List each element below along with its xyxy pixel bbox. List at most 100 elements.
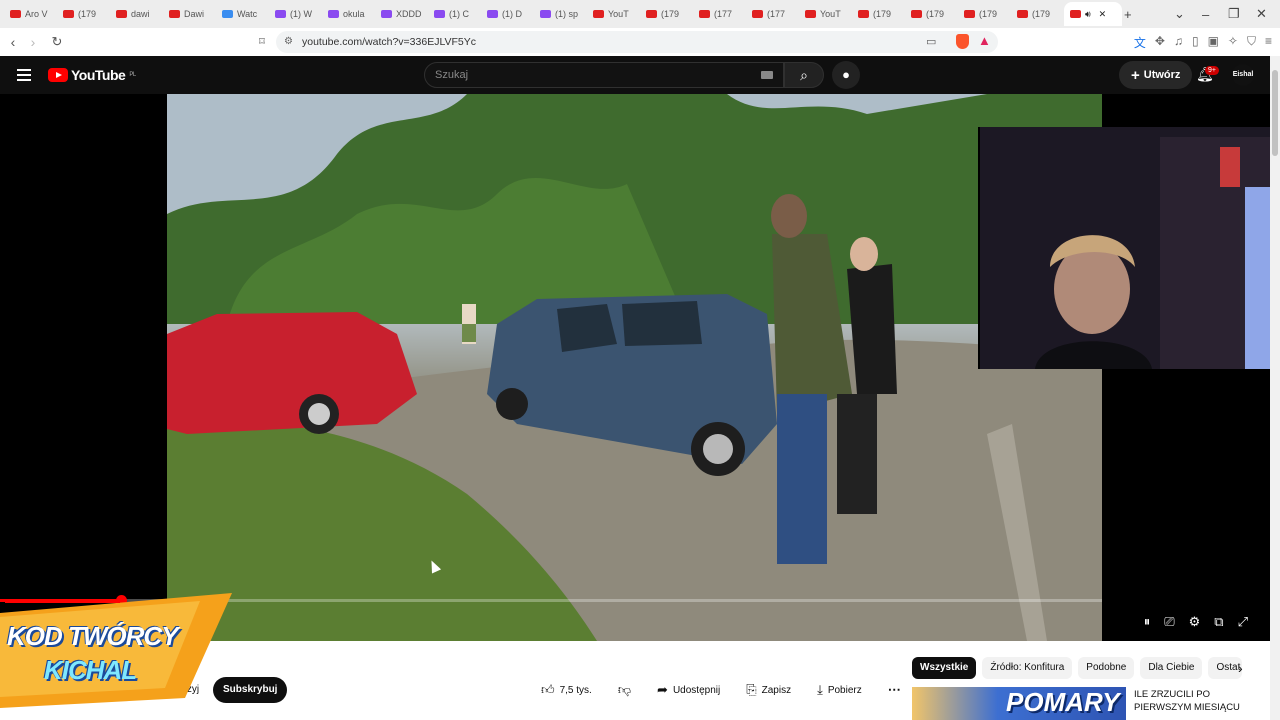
browser-tab[interactable]: (177 — [746, 2, 799, 26]
account-avatar[interactable]: Eishal — [1232, 64, 1254, 86]
audio-playing-icon[interactable]: 🔊︎ — [1085, 9, 1091, 20]
search-input[interactable]: Szukaj — [424, 62, 784, 88]
tab-label: YouT — [820, 9, 841, 19]
tab-label: (1) C — [449, 9, 469, 19]
leo-ai-icon[interactable]: ✧ — [1228, 34, 1238, 51]
download-button[interactable]: ⤓ Pobierz — [807, 677, 872, 703]
brave-shield-icon[interactable] — [956, 34, 969, 49]
browser-tab[interactable]: Dawi — [163, 2, 216, 26]
tab-label: (1) W — [290, 9, 312, 19]
browser-tab[interactable]: YouT — [587, 2, 640, 26]
tab-favicon-icon — [805, 10, 816, 18]
browser-tab[interactable]: (179 — [57, 2, 110, 26]
region-code: PL — [129, 72, 136, 78]
dislike-button[interactable]: 👎︎ — [608, 677, 641, 703]
page-scrollbar[interactable] — [1270, 56, 1280, 720]
browser-tab[interactable]: YouT — [799, 2, 852, 26]
chips-next-chevron-icon[interactable]: › — [1238, 660, 1243, 676]
tab-favicon-icon — [381, 10, 392, 18]
wallet-icon[interactable]: ▣ — [1208, 34, 1219, 51]
forward-icon[interactable]: › — [23, 34, 43, 50]
tab-favicon-icon — [858, 10, 869, 18]
microphone-icon: ● — [842, 67, 850, 82]
subtitles-icon[interactable]: ⎚ — [1164, 614, 1174, 630]
site-info-icon[interactable]: ⚙ — [284, 36, 293, 47]
tab-favicon-icon — [540, 10, 551, 18]
tab-favicon-icon — [593, 10, 604, 18]
settings-gear-icon[interactable]: ⚙ — [1189, 614, 1201, 630]
browser-tab[interactable]: (179 — [852, 2, 905, 26]
miniplayer-icon[interactable]: ⧉ — [1214, 614, 1223, 630]
sidebar-icon[interactable]: ▯ — [1192, 34, 1199, 51]
plus-icon: + — [1131, 66, 1140, 84]
browser-tab[interactable]: (177 — [693, 2, 746, 26]
browser-tab[interactable]: dawi — [110, 2, 163, 26]
recommended-video-thumbnail[interactable]: POMARY — [912, 687, 1126, 720]
tab-label: (1) sp — [555, 9, 579, 19]
browser-tab[interactable]: (1) C — [428, 2, 481, 26]
search-button[interactable]: ⌕ — [784, 62, 824, 88]
pause-icon[interactable]: ⏸ — [1144, 614, 1151, 630]
video-frame[interactable] — [167, 94, 1102, 641]
translate-icon[interactable]: 文 — [1134, 34, 1146, 51]
download-label: Pobierz — [827, 684, 862, 696]
browser-tab[interactable]: (179 — [1011, 2, 1064, 26]
chip-for-you[interactable]: Dla Ciebie — [1140, 657, 1203, 679]
scrollbar-thumb[interactable] — [1272, 70, 1278, 156]
thumbs-down-icon: 👎︎ — [617, 682, 632, 697]
close-tab-icon[interactable]: ✕ — [1099, 9, 1107, 20]
tab-label: YouT — [608, 9, 629, 19]
chip-all[interactable]: Wszystkie — [912, 657, 977, 679]
browser-tab[interactable]: (1) sp — [534, 2, 587, 26]
creator-code-name: KICHAL — [44, 655, 137, 685]
tab-favicon-icon — [222, 10, 233, 18]
cast-icon[interactable]: ▭ — [926, 35, 936, 48]
browser-tab[interactable]: (179 — [640, 2, 693, 26]
recommended-video-title[interactable]: ILE ZRZUCILI PO PIERWSZYM MIESIĄCU — [1134, 688, 1260, 714]
save-label: Zapisz — [761, 684, 792, 696]
browser-tab[interactable]: okula — [322, 2, 375, 26]
back-icon[interactable]: ‹ — [3, 34, 23, 50]
warning-icon[interactable]: ▲ — [978, 33, 991, 48]
vpn-shield-icon[interactable]: ⛉ — [1247, 34, 1256, 51]
browser-tab[interactable]: (1) D — [481, 2, 534, 26]
chip-source[interactable]: Źródło: Konfitura — [982, 657, 1073, 679]
extension-puzzle-icon[interactable]: ✥ — [1155, 34, 1165, 51]
youtube-logo[interactable]: YouTube PL — [48, 67, 136, 83]
minimize-window-button[interactable]: – — [1202, 0, 1209, 28]
browser-tab[interactable]: XDDD — [375, 2, 428, 26]
share-button[interactable]: ➦ Udostępnij — [647, 677, 730, 703]
browser-tab[interactable]: Watc — [216, 2, 269, 26]
tab-favicon-icon — [434, 10, 445, 18]
menu-icon[interactable]: ≡ — [1265, 34, 1272, 51]
browser-tab[interactable]: Aro V — [4, 2, 57, 26]
browser-tab[interactable]: (179 — [905, 2, 958, 26]
browser-tab[interactable]: (1) W — [269, 2, 322, 26]
voice-search-button[interactable]: ● — [832, 61, 860, 89]
reload-icon[interactable]: ↻ — [47, 34, 67, 50]
more-actions-button[interactable]: ⋯ — [878, 677, 911, 703]
bookmark-icon[interactable]: ⌑ — [252, 35, 272, 48]
close-window-button[interactable]: ✕ — [1256, 0, 1267, 28]
youtube-play-icon — [48, 68, 68, 82]
chip-related[interactable]: Podobne — [1078, 657, 1135, 679]
save-button[interactable]: ⎘ Zapisz — [736, 677, 801, 703]
new-tab-button[interactable]: + — [1124, 0, 1132, 28]
url-bar[interactable]: ⚙ youtube.com/watch?v=336EJLVF5Yc — [276, 31, 998, 53]
restore-window-button[interactable]: ❐ — [1228, 0, 1240, 28]
browser-tab[interactable]: (179 — [958, 2, 1011, 26]
tab-search-chevron-icon[interactable]: ⌄ — [1174, 0, 1185, 28]
fullscreen-icon[interactable]: ⤢ — [1238, 614, 1248, 630]
music-icon[interactable]: ♫ — [1174, 34, 1183, 51]
notification-count-badge: 9+ — [1205, 66, 1219, 75]
keyboard-icon[interactable] — [761, 71, 773, 79]
video-player[interactable]: ⏸ ⎚ ⚙ ⧉ ⤢ — [0, 94, 1270, 641]
active-browser-tab[interactable]: 🔊︎ ✕ — [1064, 2, 1122, 26]
like-button[interactable]: 👍︎ 7,5 tys. — [531, 677, 602, 703]
tab-favicon-icon — [646, 10, 657, 18]
video-scene — [167, 94, 1102, 641]
guide-menu-icon[interactable] — [17, 69, 31, 81]
tab-favicon-icon — [964, 10, 975, 18]
create-button[interactable]: + Utwórz — [1119, 61, 1193, 89]
thumbs-up-icon: 👍︎ — [541, 682, 555, 697]
